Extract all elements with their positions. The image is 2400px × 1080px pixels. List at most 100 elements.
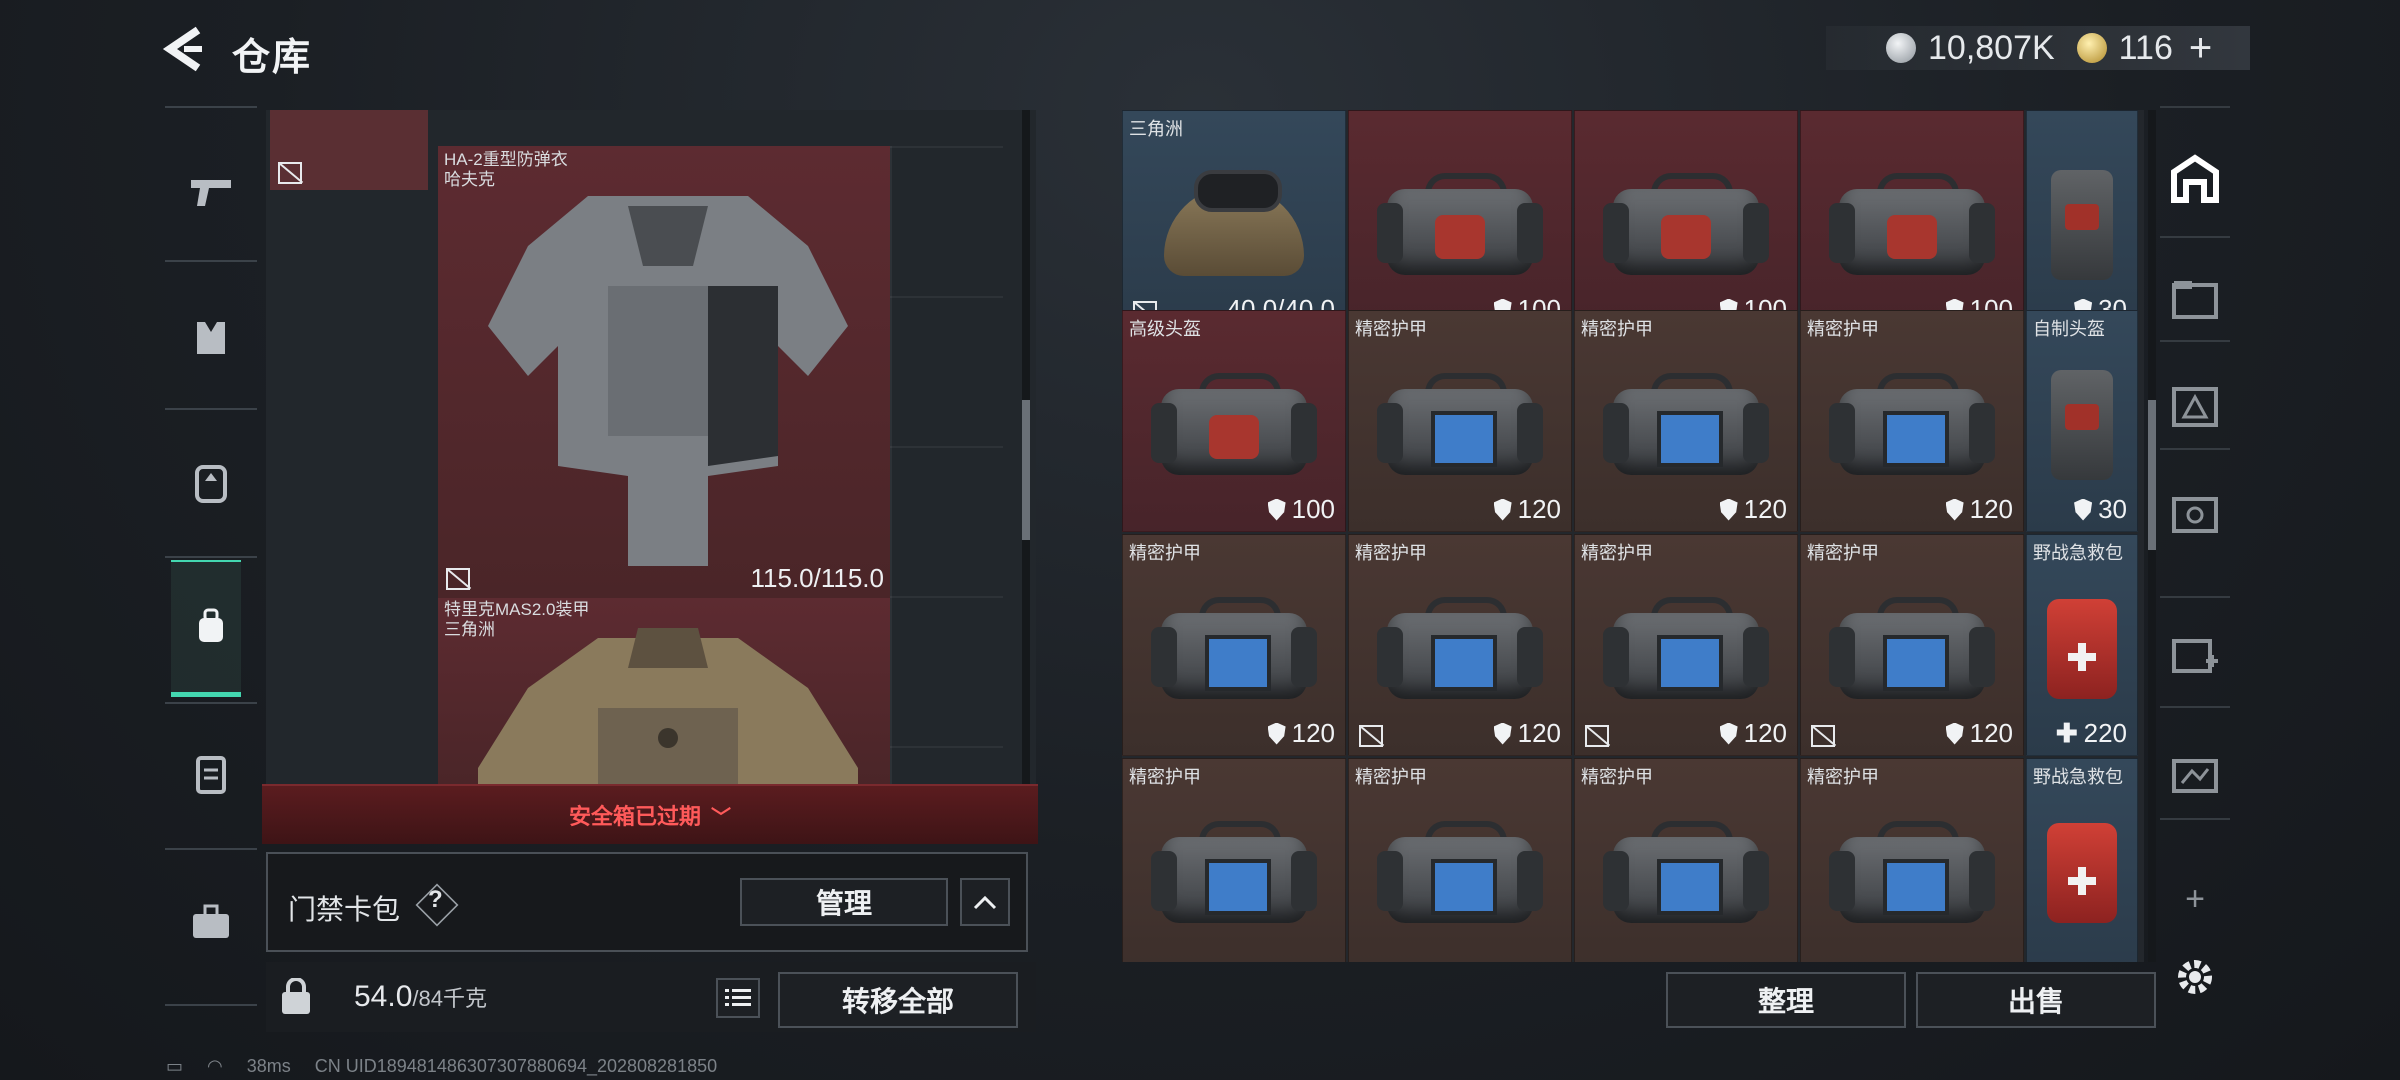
currency-bar: 10,807K 116 + <box>1826 26 2250 70</box>
armor-card-mas2[interactable]: 特里克MAS2.0装甲 三角洲 <box>438 598 890 798</box>
add-currency-icon[interactable]: + <box>2189 26 2212 71</box>
safe-box-icon[interactable] <box>185 748 237 800</box>
item-value: ✚ 220 <box>2055 718 2127 748</box>
not-insured-icon <box>1585 725 1609 747</box>
backpack-icon[interactable] <box>185 456 237 508</box>
grid-item[interactable]: 精密护甲 120 <box>1574 534 1798 756</box>
grid-item[interactable]: 100 <box>1800 110 2024 332</box>
item-name: 高级头盔 <box>1129 319 1201 339</box>
item-name: 精密护甲 <box>1581 543 1653 563</box>
helmet-pack-icon <box>2051 370 2113 481</box>
storage-add-icon[interactable] <box>2166 626 2224 684</box>
expired-text: 安全箱已过期 <box>568 804 701 829</box>
equipment-scrollbar[interactable] <box>1022 110 1030 786</box>
storage-scrollbar[interactable] <box>2148 110 2156 962</box>
item-name: 精密护甲 <box>1129 767 1201 787</box>
grid-item[interactable]: 精密护甲 <box>1800 758 2024 962</box>
not-insured-icon <box>1359 725 1383 747</box>
grid-item[interactable]: 精密护甲 120 <box>1122 534 1346 756</box>
precision-armor-icon <box>1829 369 1995 481</box>
sort-button[interactable]: 整理 <box>1666 972 1906 1028</box>
storage-gear-icon[interactable] <box>2166 484 2224 542</box>
grid-item[interactable]: 精密护甲 120 <box>1800 310 2024 532</box>
precision-armor-icon <box>1829 593 1995 705</box>
settings-gear-icon[interactable] <box>2166 948 2224 1006</box>
warehouse-icon[interactable] <box>2166 150 2224 208</box>
armor-name: HA-2重型防弹衣 <box>444 150 568 169</box>
right-storage-sidebar: + <box>2160 106 2230 1006</box>
item-name: 精密护甲 <box>1581 767 1653 787</box>
not-insured-icon <box>278 162 302 184</box>
pouch-icon[interactable] <box>185 600 237 652</box>
add-storage-icon[interactable]: + <box>2166 870 2224 928</box>
item-name: 精密护甲 <box>1129 543 1201 563</box>
shield-icon <box>1719 498 1738 521</box>
toolbox-icon[interactable] <box>185 896 237 948</box>
list-view-button[interactable] <box>716 978 760 1018</box>
item-value: 120 <box>1267 718 1335 749</box>
grid-item[interactable]: 100 <box>1348 110 1572 332</box>
grid-item[interactable]: 野战急救包 <box>2026 758 2138 962</box>
grid-item[interactable]: 30 <box>2026 110 2138 332</box>
small-item-slot[interactable] <box>270 110 428 190</box>
weight-lock-icon <box>278 977 318 1018</box>
grid-item[interactable]: 高级头盔 100 <box>1122 310 1346 532</box>
shield-icon <box>1945 722 1964 745</box>
item-name: 精密护甲 <box>1807 543 1879 563</box>
precision-armor-icon <box>1829 817 1995 929</box>
armor-bag-icon <box>1829 169 1995 281</box>
precision-armor-icon <box>1377 593 1543 705</box>
back-arrow-icon[interactable] <box>160 24 210 74</box>
grid-item[interactable]: 精密护甲 120 <box>1348 310 1572 532</box>
precision-armor-icon <box>1603 369 1769 481</box>
sell-button[interactable]: 出售 <box>1916 972 2156 1028</box>
weapon-icon[interactable] <box>185 166 237 218</box>
item-value: 120 <box>1719 494 1787 525</box>
precision-armor-icon <box>1377 817 1543 929</box>
shield-icon <box>1493 498 1512 521</box>
grid-item[interactable]: 精密护甲 120 <box>1574 310 1798 532</box>
armor-name: 特里克MAS2.0装甲 <box>444 600 590 619</box>
storage-map-icon[interactable] <box>2166 746 2224 804</box>
left-category-sidebar <box>165 106 257 1006</box>
item-name: 野战急救包 <box>2033 543 2123 563</box>
grid-item[interactable]: 精密护甲 120 <box>1800 534 2024 756</box>
shield-icon <box>1493 722 1512 745</box>
precision-armor-icon <box>1151 593 1317 705</box>
chevron-up-icon <box>973 895 997 910</box>
grid-item[interactable]: 精密护甲 <box>1348 758 1572 962</box>
item-value: 120 <box>1945 718 2013 749</box>
grid-item[interactable]: 精密护甲 120 <box>1348 534 1572 756</box>
grid-item[interactable]: 100 <box>1574 110 1798 332</box>
armor-bag-icon <box>1377 169 1543 281</box>
armor-bag-icon <box>1603 169 1769 281</box>
grid-item[interactable]: 三角洲 40.0/40.0 <box>1122 110 1346 332</box>
manage-button[interactable]: 管理 <box>740 878 948 926</box>
transfer-all-button[interactable]: 转移全部 <box>778 972 1018 1028</box>
grid-item[interactable]: 精密护甲 <box>1574 758 1798 962</box>
grid-item[interactable]: 野战急救包 ✚ 220 <box>2026 534 2138 756</box>
silver-amount: 10,807K <box>1928 28 2055 67</box>
item-name: 三角洲 <box>1129 119 1183 139</box>
not-insured-icon <box>446 568 470 590</box>
chest-rig-icon[interactable] <box>185 312 237 364</box>
armor-card-ha2[interactable]: HA-2重型防弹衣 哈夫克 115.0/115.0 <box>438 146 890 598</box>
safe-box-expired-banner[interactable]: 安全箱已过期 ﹀ <box>262 784 1038 844</box>
armor-bag-icon <box>1151 369 1317 481</box>
item-name: 精密护甲 <box>1807 319 1879 339</box>
storage-triangle-icon[interactable] <box>2166 378 2224 436</box>
shield-icon <box>1267 498 1286 521</box>
grid-item[interactable]: 精密护甲 <box>1122 758 1346 962</box>
help-icon-glyph: ? <box>428 886 443 913</box>
grid-item[interactable]: 自制头盔 30 <box>2026 310 2138 532</box>
precision-armor-icon <box>1603 817 1769 929</box>
not-insured-icon <box>1811 725 1835 747</box>
collapse-button[interactable] <box>960 878 1010 926</box>
shield-icon <box>2074 498 2093 521</box>
item-name: 自制头盔 <box>2033 319 2105 339</box>
chevron-down-icon: ﹀ <box>711 806 731 829</box>
helmet-icon <box>1164 166 1304 276</box>
page-title: 仓库 <box>232 37 313 79</box>
keycard-label: 门禁卡包 <box>288 894 401 925</box>
storage-folder-icon[interactable] <box>2166 270 2224 328</box>
